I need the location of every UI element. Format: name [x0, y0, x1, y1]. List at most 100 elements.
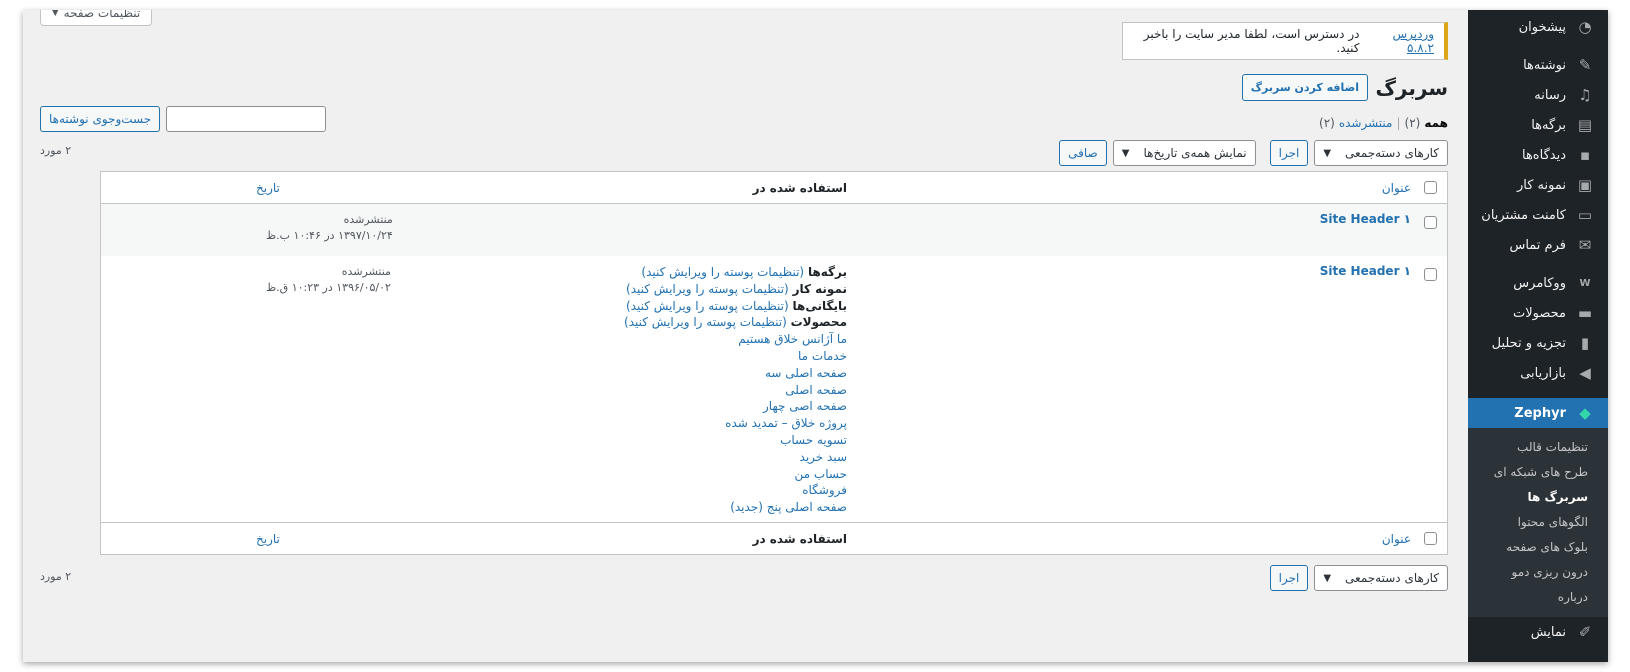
row-date-value: ۱۳۹۷/۱۰/۲۴ در ۱۰:۴۶ ب.ظ — [266, 229, 393, 242]
edit-theme-settings-link[interactable]: (تنظیمات پوسته را ویرایش کنید) — [624, 315, 787, 329]
used-in-entry: بایگانی‌ها (تنظیمات پوسته را ویرایش کنید… — [624, 298, 847, 315]
row-checkbox[interactable] — [1424, 216, 1437, 229]
bulk-actions-select-bottom[interactable]: کارهای دسته‌جمعی ▼ — [1314, 565, 1448, 591]
sidebar-item-label: Zephyr — [1514, 405, 1566, 421]
used-in-label: محصولات — [790, 315, 847, 330]
used-in-page-link[interactable]: صفحه اصلی پنج (جدید) — [624, 499, 847, 516]
filter-all[interactable]: همه — [1424, 116, 1448, 130]
chevron-down-icon: ▼ — [1323, 572, 1332, 584]
used-in-page-link[interactable]: صفحه اصلی سه — [624, 365, 847, 382]
sidebar-item-portfolio[interactable]: ▣ نمونه کار — [1468, 170, 1608, 200]
sidebar-item-media[interactable]: ♫ رسانه — [1468, 80, 1608, 110]
sidebar-item-zephyr[interactable]: ◆ Zephyr — [1468, 398, 1608, 428]
edit-theme-settings-link[interactable]: (تنظیمات پوسته را ویرایش کنید) — [641, 265, 804, 279]
products-icon: ▬ — [1577, 304, 1593, 322]
row-title-link[interactable]: Site Header ۱ — [1320, 212, 1411, 226]
sidebar-item-analytics[interactable]: ▮ تجزیه و تحلیل — [1468, 328, 1608, 358]
megaphone-icon: ◀ — [1579, 364, 1591, 382]
sidebar-item-contact-form[interactable]: ✉ فرم تماس — [1468, 230, 1608, 260]
select-all-checkbox[interactable] — [1424, 181, 1437, 194]
add-new-header-button[interactable]: اضافه کردن سربرگ — [1241, 74, 1368, 101]
search-posts-button[interactable]: جست‌وجوی نوشته‌ها — [40, 106, 161, 132]
woo-icon: W — [1579, 277, 1591, 289]
column-title-header[interactable]: عنوان — [1382, 181, 1411, 195]
date-filter-select[interactable]: نمایش همه‌ی تاریخ‌ها ▼ — [1112, 140, 1256, 166]
status-filter-links: همه (۲) | منتشرشده (۲) — [1319, 116, 1448, 130]
submenu-item-demo-import[interactable]: درون ریزی دمو — [1468, 559, 1608, 584]
row-checkbox[interactable] — [1424, 268, 1437, 281]
row-status: منتشرشده — [343, 213, 393, 226]
submenu-item-theme-options[interactable]: تنظیمات قالب — [1468, 434, 1608, 459]
sidebar-item-dashboard[interactable]: ◔ پیشخوان — [1468, 12, 1608, 42]
analytics-icon: ▮ — [1580, 334, 1590, 352]
used-in-page-link[interactable]: پروژه خلاق – تمدید شده — [624, 415, 847, 432]
screen-options-button[interactable]: تنظیمات صفحه ▼ — [40, 10, 152, 26]
used-in-page-link[interactable]: صفحه اصی چهار — [624, 398, 847, 415]
tablenav-top: کارهای دسته‌جمعی ▼ اجرا نمایش همه‌ی تاری… — [1059, 140, 1448, 166]
portfolio-icon: ▣ — [1577, 176, 1593, 194]
edit-theme-settings-link[interactable]: (تنظیمات پوسته را ویرایش کنید) — [626, 282, 789, 296]
column-date-header[interactable]: تاریخ — [256, 181, 280, 195]
column-used-in-footer: استفاده شده در — [752, 531, 847, 546]
table-footer-row: عنوان استفاده شده در تاریخ — [101, 522, 1447, 554]
pin-icon: ✎ — [1578, 56, 1592, 74]
used-in-entry: نمونه کار (تنظیمات پوسته را ویرایش کنید) — [624, 281, 847, 298]
sidebar-item-label: کامنت مشتریان — [1481, 207, 1566, 223]
filter-button[interactable]: صافی — [1059, 140, 1107, 166]
used-in-page-link[interactable]: تسویه حساب — [624, 432, 847, 449]
sidebar-item-label: فرم تماس — [1509, 237, 1566, 253]
notice-text: در دسترس است، لطفا مدیر سایت را باخبر کن… — [1143, 27, 1360, 55]
triangle-down-icon: ▼ — [51, 10, 59, 18]
row-date-value: ۱۳۹۶/۰۵/۰۲ در ۱۰:۲۳ ق.ظ — [266, 281, 391, 294]
sidebar-item-comments[interactable]: ▪ دیدگاه‌ها — [1468, 140, 1608, 170]
media-icon: ♫ — [1578, 86, 1592, 104]
submenu-item-about[interactable]: درباره — [1468, 584, 1608, 609]
filter-published[interactable]: منتشرشده — [1339, 116, 1393, 130]
used-in-page-link[interactable]: سبد خرید — [624, 449, 847, 466]
used-in-page-link[interactable]: صفحه اصلی — [624, 382, 847, 399]
used-in-page-link[interactable]: فروشگاه — [624, 482, 847, 499]
sidebar-item-woocommerce[interactable]: W ووکامرس — [1468, 268, 1608, 298]
sidebar-item-label: نوشته‌ها — [1523, 57, 1566, 73]
used-in-page-link[interactable]: خدمات ما — [624, 348, 847, 365]
sidebar-item-label: نمایش — [1530, 624, 1566, 640]
sidebar-item-products[interactable]: ▬ محصولات — [1468, 298, 1608, 328]
used-in-page-link[interactable]: حساب من — [624, 466, 847, 483]
brush-icon: ✐ — [1578, 623, 1592, 641]
items-count-bottom: ۲ مورد — [40, 570, 72, 583]
sidebar-item-marketing[interactable]: ◀ بازاریابی — [1468, 358, 1608, 388]
apply-button[interactable]: اجرا — [1269, 140, 1309, 166]
sidebar-item-label: دیدگاه‌ها — [1521, 147, 1566, 163]
admin-sidebar: ◔ پیشخوان ✎ نوشته‌ها ♫ رسانه ▤ برگه‌ها ▪… — [1468, 10, 1608, 662]
row-title-link[interactable]: Site Header ۱ — [1320, 264, 1411, 278]
used-in-page-link[interactable]: ما آژانس خلاق هستیم — [624, 331, 847, 348]
bulk-actions-value: کارهای دسته‌جمعی — [1345, 146, 1439, 160]
chevron-down-icon: ▼ — [1121, 147, 1130, 159]
search-input[interactable] — [166, 106, 327, 132]
apply-button-bottom[interactable]: اجرا — [1269, 565, 1309, 591]
edit-theme-settings-link[interactable]: (تنظیمات پوسته را ویرایش کنید) — [626, 299, 789, 313]
sidebar-item-pages[interactable]: ▤ برگه‌ها — [1468, 110, 1608, 140]
row-date: منتشرشده ۱۳۹۶/۰۵/۰۲ در ۱۰:۲۳ ق.ظ — [266, 264, 391, 296]
filter-separator: | — [1396, 116, 1401, 130]
wordpress-version-link[interactable]: وردپرس ۵.۸.۲ — [1363, 27, 1434, 55]
submenu-item-page-blocks[interactable]: بلوک های صفحه — [1468, 534, 1608, 559]
search-box: جست‌وجوی نوشته‌ها — [40, 106, 327, 132]
column-date-footer[interactable]: تاریخ — [256, 532, 280, 546]
submenu-item-content-templates[interactable]: الگوهای محتوا — [1468, 509, 1608, 534]
submenu-item-grid-layouts[interactable]: طرح های شبکه ای — [1468, 459, 1608, 484]
main-content: تنظیمات صفحه ▼ وردپرس ۵.۸.۲ در دسترس است… — [23, 10, 1468, 662]
select-all-checkbox-footer[interactable] — [1424, 532, 1437, 545]
table-header-row: عنوان استفاده شده در تاریخ — [101, 172, 1447, 204]
column-title-footer[interactable]: عنوان — [1382, 532, 1411, 546]
sidebar-item-testimonials[interactable]: ▭ کامنت مشتریان — [1468, 200, 1608, 230]
sidebar-item-appearance[interactable]: ✐ نمایش — [1468, 617, 1608, 647]
row-date: منتشرشده ۱۳۹۷/۱۰/۲۴ در ۱۰:۴۶ ب.ظ — [266, 212, 393, 244]
items-count-top: ۲ مورد — [40, 144, 72, 157]
sidebar-item-posts[interactable]: ✎ نوشته‌ها — [1468, 50, 1608, 80]
bulk-actions-select[interactable]: کارهای دسته‌جمعی ▼ — [1314, 140, 1448, 166]
used-in-label: بایگانی‌ها — [792, 298, 847, 313]
submenu-item-headers[interactable]: سربرگ ها — [1468, 484, 1608, 509]
used-in-label: برگه‌ها — [807, 265, 847, 279]
testimonial-icon: ▭ — [1577, 206, 1593, 224]
